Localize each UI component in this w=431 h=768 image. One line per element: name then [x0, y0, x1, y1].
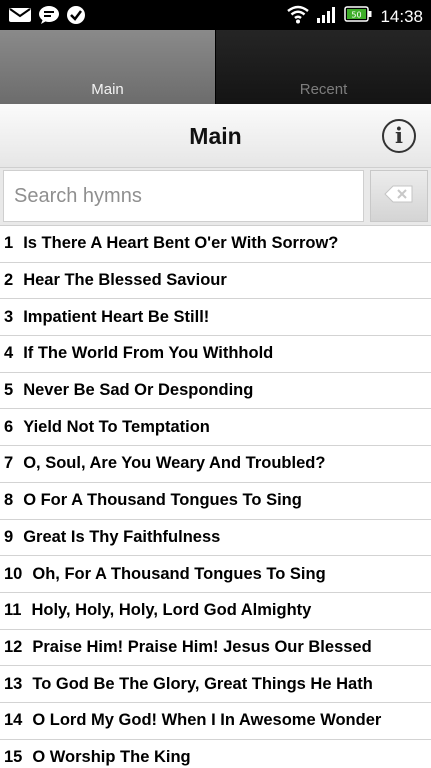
hymn-number: 10: [4, 564, 23, 583]
tab-recent-label: Recent: [299, 81, 348, 98]
tab-bar: Main Recent: [0, 30, 431, 104]
hymn-number: 14: [4, 711, 23, 730]
hymn-row[interactable]: 6 Yield Not To Temptation: [0, 409, 431, 447]
status-bar: 50 14:38: [0, 0, 431, 30]
title-bar: Main i: [0, 104, 431, 168]
hymn-number: 12: [4, 637, 23, 656]
hymn-row[interactable]: 7 O, Soul, Are You Weary And Troubled?: [0, 446, 431, 483]
hymn-number: 2: [4, 271, 14, 290]
hymn-title: Praise Him! Praise Him! Jesus Our Blesse…: [32, 637, 372, 656]
hymn-number: 3: [4, 307, 14, 326]
clear-icon: [384, 185, 414, 208]
chat-icon: [38, 5, 60, 30]
tab-main-label: Main: [91, 81, 124, 98]
hymn-title: Holy, Holy, Holy, Lord God Almighty: [31, 601, 312, 620]
hymn-row[interactable]: 15 O Worship The King: [0, 740, 431, 768]
clear-button[interactable]: [370, 170, 428, 222]
hymn-list: 1 Is There A Heart Bent O'er With Sorrow?…: [0, 226, 431, 768]
hymn-row[interactable]: 11 Holy, Holy, Holy, Lord God Almighty: [0, 593, 431, 630]
hymn-title: If The World From You Withhold: [23, 344, 274, 363]
search-bar: [0, 168, 431, 226]
hymn-row[interactable]: 14 O Lord My God! When I In Awesome Wonde…: [0, 703, 431, 740]
hymn-row[interactable]: 4 If The World From You Withhold: [0, 336, 431, 373]
hymn-title: Hear The Blessed Saviour: [23, 271, 227, 290]
hymn-row[interactable]: 12 Praise Him! Praise Him! Jesus Our Bles…: [0, 630, 431, 667]
hymn-title: O Worship The King: [32, 747, 191, 766]
hymn-title: O Lord My God! When I In Awesome Wonder: [32, 711, 382, 730]
hymn-title: O, Soul, Are You Weary And Troubled?: [23, 454, 326, 473]
wifi-icon: [286, 4, 310, 29]
search-input[interactable]: [3, 170, 364, 222]
hymn-number: 9: [4, 527, 14, 546]
hymn-number: 11: [4, 601, 22, 620]
hymn-number: 15: [4, 747, 23, 766]
hymn-number: 8: [4, 491, 14, 510]
hymn-row[interactable]: 9 Great Is Thy Faithfulness: [0, 520, 431, 557]
hymn-number: 4: [4, 344, 14, 363]
status-notifications: [8, 5, 86, 30]
hymn-number: 5: [4, 381, 14, 400]
hymn-number: 13: [4, 674, 23, 693]
hymn-title: Impatient Heart Be Still!: [23, 307, 210, 326]
check-icon: [66, 5, 86, 30]
clock: 14:38: [380, 6, 423, 26]
hymn-title: To God Be The Glory, Great Things He Hat…: [32, 674, 373, 693]
tab-recent[interactable]: Recent: [216, 30, 431, 104]
hymn-row[interactable]: 3 Impatient Heart Be Still!: [0, 299, 431, 337]
hymn-title: Oh, For A Thousand Tongues To Sing: [32, 564, 326, 583]
hymn-title: O For A Thousand Tongues To Sing: [23, 491, 302, 510]
status-system: 50 14:38: [286, 4, 423, 29]
battery-icon: 50: [344, 5, 372, 28]
hymn-row[interactable]: 8 O For A Thousand Tongues To Sing: [0, 483, 431, 520]
signal-icon: [316, 4, 338, 29]
hymn-row[interactable]: 1 Is There A Heart Bent O'er With Sorrow?: [0, 226, 431, 263]
hymn-row[interactable]: 10 Oh, For A Thousand Tongues To Sing: [0, 556, 431, 593]
hymn-row[interactable]: 2 Hear The Blessed Saviour: [0, 263, 431, 300]
tab-main[interactable]: Main: [0, 30, 216, 104]
hymn-row[interactable]: 13 To God Be The Glory, Great Things He H…: [0, 666, 431, 703]
battery-level: 50: [352, 11, 362, 20]
mail-icon: [8, 6, 32, 29]
hymn-number: 1: [4, 234, 14, 253]
hymn-number: 6: [4, 417, 14, 436]
info-icon[interactable]: i: [382, 119, 416, 153]
hymn-title: Is There A Heart Bent O'er With Sorrow?: [23, 234, 339, 253]
page-title: Main: [189, 123, 242, 149]
hymn-title: Yield Not To Temptation: [23, 417, 210, 436]
hymn-number: 7: [4, 454, 14, 473]
hymn-title: Never Be Sad Or Desponding: [23, 381, 254, 400]
hymn-title: Great Is Thy Faithfulness: [23, 527, 221, 546]
hymn-row[interactable]: 5 Never Be Sad Or Desponding: [0, 373, 431, 410]
